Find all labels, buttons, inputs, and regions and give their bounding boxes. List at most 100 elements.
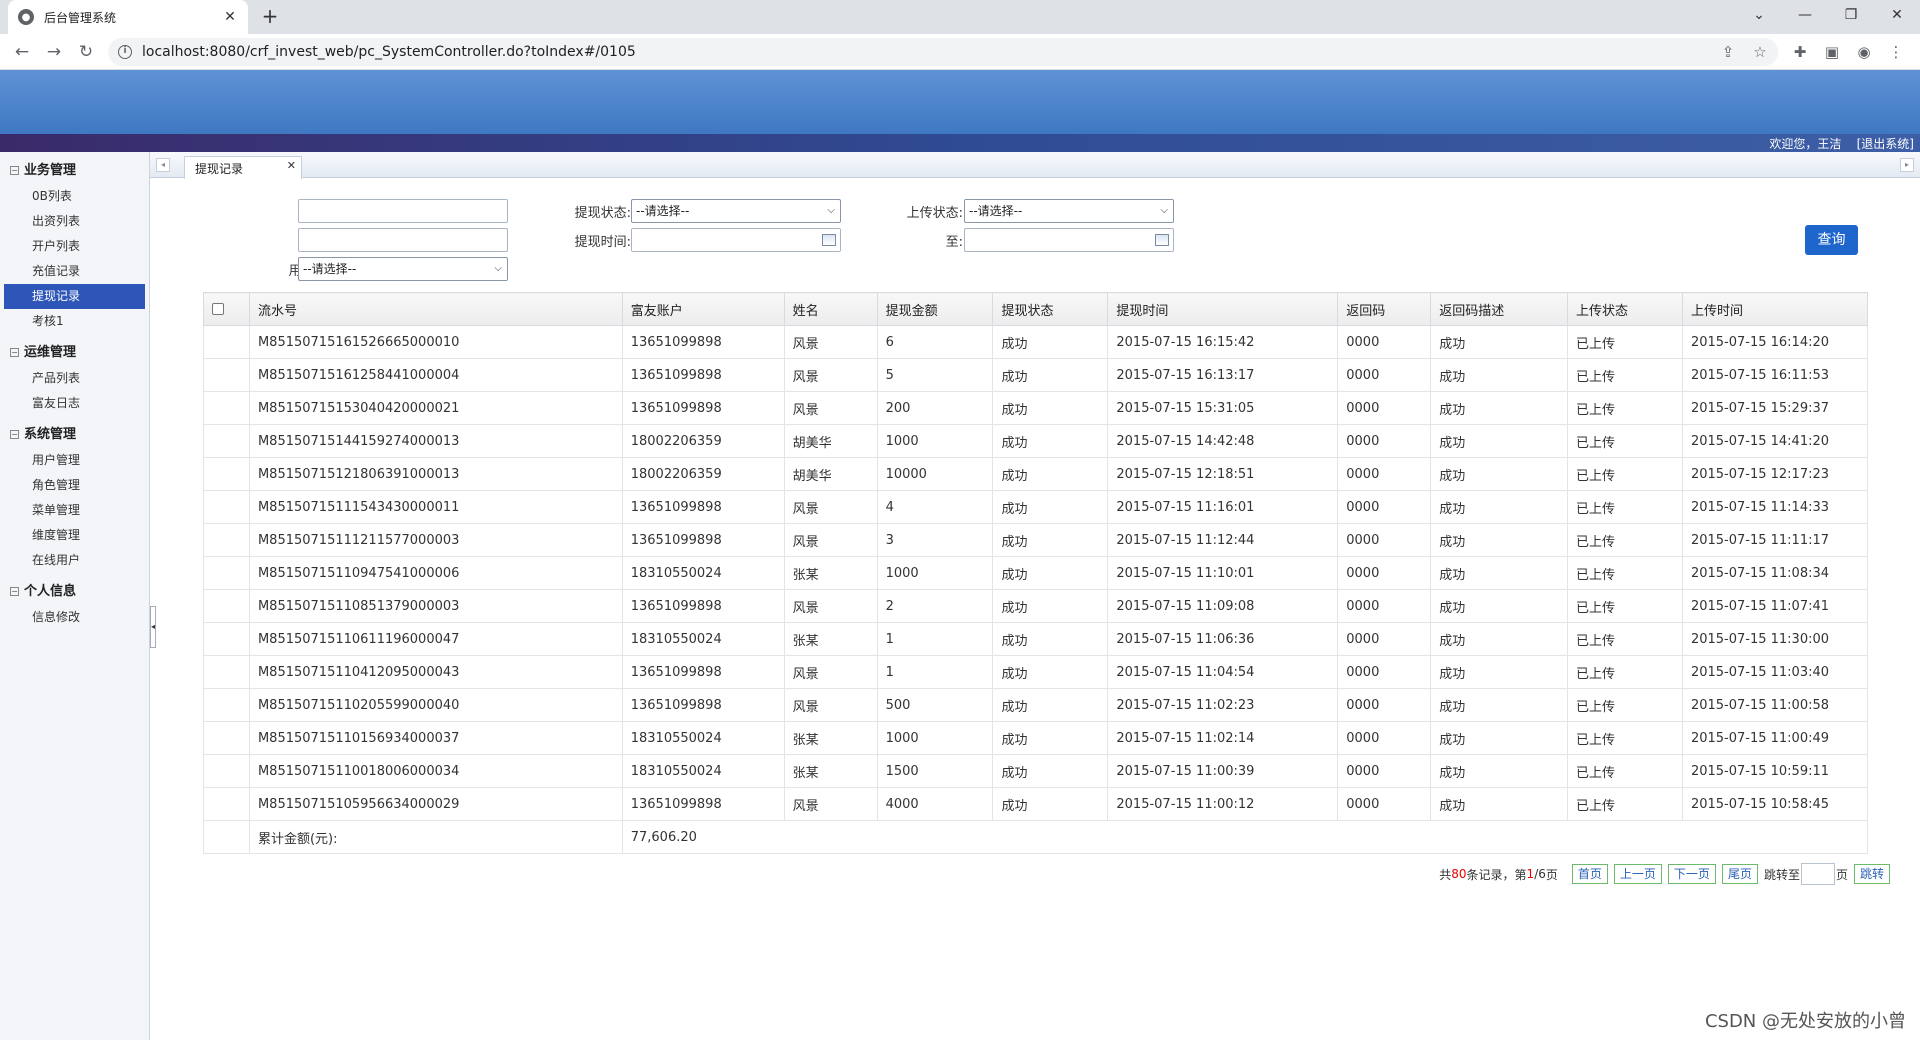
welcome-text: 欢迎您，王洁 <box>1769 137 1842 151</box>
prev-page-button[interactable]: 上一页 <box>1613 864 1662 884</box>
withdraw-time-end-input[interactable] <box>964 228 1174 252</box>
minimize-button[interactable]: — <box>1782 0 1828 30</box>
sidebar-item-role-mgmt[interactable]: 角色管理 <box>4 473 145 498</box>
table-cell: 0000 <box>1337 622 1432 656</box>
column-header[interactable]: 提现金额 <box>876 292 994 326</box>
tab-search-chevron-icon[interactable]: ⌄ <box>1736 0 1782 30</box>
tab-withdraw-records[interactable]: 提现记录 ✕ <box>184 156 302 179</box>
extensions-puzzle-icon[interactable]: ✚ <box>1788 40 1812 64</box>
table-row[interactable]: M85150715144159274000013 18002206359 胡美华 10… <box>203 424 1869 458</box>
collapse-icon[interactable]: − <box>10 587 19 596</box>
select-all-checkbox[interactable] <box>212 303 224 315</box>
jump-button[interactable]: 跳转 <box>1853 864 1890 884</box>
table-cell: 成功 <box>992 787 1109 821</box>
maximize-button[interactable]: ❐ <box>1828 0 1874 30</box>
table-row[interactable]: M85150715110018006000034 18310550024 张某 150… <box>203 754 1869 788</box>
sidebar-item-user-mgmt[interactable]: 用户管理 <box>4 448 145 473</box>
withdraw-time-start-input[interactable] <box>631 228 841 252</box>
table-row[interactable]: M85150715161258441000004 13651099898 风景 5 成功… <box>203 358 1869 392</box>
table-row[interactable]: M85150715153040420000021 13651099898 风景 200… <box>203 391 1869 425</box>
sidebar-item-edit-info[interactable]: 信息修改 <box>4 605 145 630</box>
sidebar-group-business[interactable]: − 业务管理 <box>0 158 149 184</box>
table-row[interactable]: M85150715161526665000010 13651099898 风景 6 成功… <box>203 325 1869 359</box>
browser-menu-icon[interactable]: ⋮ <box>1884 40 1908 64</box>
phone-input[interactable] <box>298 199 508 223</box>
sidebar-item-menu-mgmt[interactable]: 菜单管理 <box>4 498 145 523</box>
collapse-icon[interactable]: − <box>10 348 19 357</box>
sidebar-collapse-handle[interactable]: ◂ <box>150 606 156 648</box>
source-select[interactable]: --请选择-- ⌵ <box>298 257 508 281</box>
table-row[interactable]: M85150715110851379000003 13651099898 风景 2 成功… <box>203 589 1869 623</box>
table-cell: 成功 <box>992 325 1109 359</box>
upload-status-select[interactable]: --请选择-- ⌵ <box>964 199 1174 223</box>
table-row[interactable]: M85150715110947541000006 18310550024 张某 100… <box>203 556 1869 590</box>
table-cell: 2015-07-15 15:29:37 <box>1681 391 1869 425</box>
upload-status-value: --请选择-- <box>969 204 1023 218</box>
browser-tab[interactable]: ● 后台管理系统 ✕ <box>8 0 248 34</box>
column-header[interactable]: 提现状态 <box>992 292 1109 326</box>
first-page-button[interactable]: 首页 <box>1571 864 1608 884</box>
close-tab-icon[interactable]: ✕ <box>222 9 238 25</box>
pagination: 共 80 条记录，第 1/6 页 首页 上一页 下一页 尾页 跳转至 页 跳转 <box>1439 863 1890 885</box>
sidebar-item-account-list[interactable]: 开户列表 <box>4 234 145 259</box>
calendar-icon[interactable] <box>1155 234 1169 246</box>
site-info-icon[interactable]: i <box>118 45 132 59</box>
new-tab-button[interactable]: + <box>258 5 282 29</box>
sidebar-group-ops[interactable]: − 运维管理 <box>0 340 149 366</box>
table-row[interactable]: M85150715110205599000040 13651099898 风景 500… <box>203 688 1869 722</box>
column-header[interactable]: 上传状态 <box>1567 292 1683 326</box>
query-button[interactable]: 查询 <box>1805 225 1858 255</box>
column-header[interactable]: 返回码 <box>1337 292 1432 326</box>
table-row[interactable]: M85150715105956634000029 13651099898 风景 400… <box>203 787 1869 821</box>
table-cell: 已上传 <box>1567 391 1683 425</box>
column-header[interactable]: 提现时间 <box>1107 292 1339 326</box>
close-window-button[interactable]: ✕ <box>1874 0 1920 30</box>
sidebar-item-fuyou-log[interactable]: 富友日志 <box>4 391 145 416</box>
table-row[interactable]: M85150715111543430000011 13651099898 风景 4 成功… <box>203 490 1869 524</box>
sidebar-item-online-users[interactable]: 在线用户 <box>4 548 145 573</box>
table-cell: 风景 <box>783 787 878 821</box>
name-input[interactable] <box>298 228 508 252</box>
sidebar-group-personal[interactable]: − 个人信息 <box>0 579 149 605</box>
collapse-icon[interactable]: − <box>10 430 19 439</box>
back-arrow-icon[interactable]: ← <box>10 40 34 64</box>
profile-avatar-icon[interactable]: ◉ <box>1852 40 1876 64</box>
table-row[interactable]: M85150715121806391000013 18002206359 胡美华 10… <box>203 457 1869 491</box>
side-panel-icon[interactable]: ▣ <box>1820 40 1844 64</box>
tab-scroll-left-icon[interactable]: ◂ <box>156 158 170 172</box>
jump-page-input[interactable] <box>1800 863 1835 885</box>
close-tab-icon[interactable]: ✕ <box>287 159 296 172</box>
sidebar-item-investment-list[interactable]: 出资列表 <box>4 209 145 234</box>
column-header[interactable]: 姓名 <box>783 292 878 326</box>
column-header[interactable]: 流水号 <box>248 292 623 326</box>
table-cell: 13651099898 <box>621 655 785 689</box>
share-icon[interactable]: ⇪ <box>1716 40 1740 64</box>
collapse-icon[interactable]: − <box>10 166 19 175</box>
logout-link[interactable]: [退出系统] <box>1857 137 1914 151</box>
tab-scroll-right-icon[interactable]: ▸ <box>1900 158 1914 172</box>
forward-arrow-icon[interactable]: → <box>42 40 66 64</box>
table-row[interactable]: M85150715110412095000043 13651099898 风景 1 成功… <box>203 655 1869 689</box>
sidebar-item-dimension-mgmt[interactable]: 维度管理 <box>4 523 145 548</box>
sidebar-item-0b-list[interactable]: 0B列表 <box>4 184 145 209</box>
calendar-icon[interactable] <box>822 234 836 246</box>
column-header[interactable]: 返回码描述 <box>1430 292 1569 326</box>
table-row[interactable]: M85150715111211577000003 13651099898 风景 3 成功… <box>203 523 1869 557</box>
sidebar-group-system[interactable]: − 系统管理 <box>0 422 149 448</box>
table-row[interactable]: M85150715110611196000047 18310550024 张某 1 成功… <box>203 622 1869 656</box>
bookmark-star-icon[interactable]: ☆ <box>1748 40 1772 64</box>
sidebar-item-product-list[interactable]: 产品列表 <box>4 366 145 391</box>
table-cell: 13651099898 <box>621 358 785 392</box>
last-page-button[interactable]: 尾页 <box>1721 864 1758 884</box>
table-row[interactable]: M85150715110156934000037 18310550024 张某 100… <box>203 721 1869 755</box>
sidebar-item-withdraw-records[interactable]: 提现记录 <box>4 284 145 309</box>
table-cell: 6 <box>876 325 994 359</box>
reload-icon[interactable]: ↻ <box>74 40 98 64</box>
next-page-button[interactable]: 下一页 <box>1667 864 1716 884</box>
column-header[interactable]: 上传时间 <box>1681 292 1869 326</box>
column-header[interactable]: 富友账户 <box>621 292 785 326</box>
sidebar-item-recharge-records[interactable]: 充值记录 <box>4 259 145 284</box>
url-input[interactable]: i localhost:8080/crf_invest_web/pc_Syste… <box>108 38 1778 66</box>
withdraw-status-select[interactable]: --请选择-- ⌵ <box>631 199 841 223</box>
sidebar-item-assessment[interactable]: 考核1 <box>4 309 145 334</box>
